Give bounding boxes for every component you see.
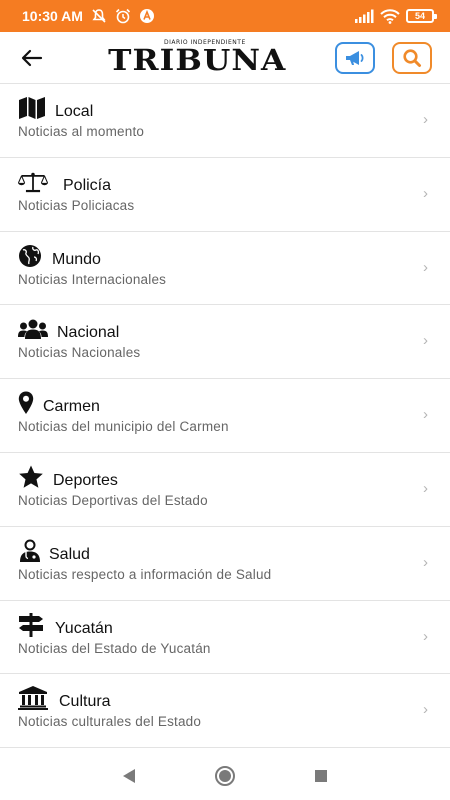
menu-item-carmen[interactable]: Carmen Noticias del municipio del Carmen… <box>0 379 450 453</box>
battery-indicator: 54 <box>406 9 437 23</box>
menu-item-title: Deportes <box>53 471 118 489</box>
triangle-back-icon <box>123 769 135 783</box>
app-notification-icon <box>139 9 154 23</box>
menu-item-subtitle: Noticias respecto a información de Salud <box>18 566 272 582</box>
menu-item-cultura[interactable]: Cultura Noticias culturales del Estado › <box>0 674 450 749</box>
back-button[interactable] <box>18 44 46 72</box>
chevron-right-icon: › <box>423 184 428 202</box>
status-bar: 10:30 AM 54 <box>0 0 450 32</box>
do-not-disturb-icon <box>92 9 106 23</box>
museum-icon <box>18 685 48 711</box>
chevron-right-icon: › <box>423 701 428 719</box>
circle-home-icon <box>215 766 235 786</box>
chevron-right-icon: › <box>423 553 428 571</box>
doctor-icon <box>18 538 48 564</box>
star-icon <box>18 464 48 490</box>
scales-icon <box>18 169 48 195</box>
menu-item-policia[interactable]: Policía Noticias Policiacas › <box>0 158 450 232</box>
nav-home-button[interactable] <box>213 764 237 788</box>
chevron-right-icon: › <box>423 627 428 645</box>
menu-item-subtitle: Noticias del Estado de Yucatán <box>18 640 211 656</box>
menu-item-deportes[interactable]: Deportes Noticias Deportivas del Estado … <box>0 453 450 527</box>
menu-item-mundo[interactable]: Mundo Noticias Internacionales › <box>0 232 450 306</box>
arrow-left-icon <box>21 49 43 67</box>
menu-item-subtitle: Noticias Policiacas <box>18 197 135 213</box>
tribuna-logo: DIARIO INDEPENDIENTE TRIBUNA <box>106 40 288 76</box>
logo-wordmark: TRIBUNA <box>108 43 287 77</box>
search-icon <box>403 49 421 67</box>
status-time: 10:30 AM <box>22 8 83 24</box>
globe-icon <box>18 243 48 269</box>
battery-level: 54 <box>414 11 425 21</box>
signal-icon <box>355 9 374 23</box>
menu-item-subtitle: Noticias culturales del Estado <box>18 714 202 730</box>
chevron-right-icon: › <box>423 258 428 276</box>
menu-item-subtitle: Noticias Nacionales <box>18 345 141 361</box>
chevron-right-icon: › <box>423 332 428 350</box>
square-recents-icon <box>315 770 327 782</box>
search-button[interactable] <box>392 42 432 74</box>
signpost-icon <box>18 612 48 638</box>
menu-item-local[interactable]: Local Noticias al momento › <box>0 84 450 158</box>
chevron-right-icon: › <box>423 406 428 424</box>
menu-item-title: Policía <box>63 176 112 194</box>
menu-item-title: Carmen <box>43 398 100 416</box>
menu-item-subtitle: Noticias Deportivas del Estado <box>18 492 208 508</box>
system-nav-bar <box>0 752 450 800</box>
chevron-right-icon: › <box>423 479 428 497</box>
status-left: 10:30 AM <box>22 8 155 24</box>
app-bar: DIARIO INDEPENDIENTE TRIBUNA <box>0 32 450 84</box>
menu-item-salud[interactable]: Salud Noticias respecto a información de… <box>0 527 450 601</box>
menu-item-yucatan[interactable]: Yucatán Noticias del Estado de Yucatán › <box>0 601 450 675</box>
announcements-button[interactable] <box>335 42 375 74</box>
menu-item-subtitle: Noticias Internacionales <box>18 271 167 287</box>
menu-item-title: Yucatán <box>55 619 113 637</box>
menu-item-title: Mundo <box>52 250 101 268</box>
wifi-icon <box>380 8 400 24</box>
menu-item-title: Nacional <box>57 324 120 342</box>
nav-recents-button[interactable] <box>309 764 333 788</box>
menu-item-nacional[interactable]: Nacional Noticias Nacionales › <box>0 305 450 380</box>
chevron-right-icon: › <box>423 111 428 128</box>
menu-item-title: Local <box>55 103 94 120</box>
nav-back-button[interactable] <box>117 764 141 788</box>
megaphone-icon <box>346 51 364 65</box>
users-icon <box>18 316 48 342</box>
status-right: 54 <box>354 8 437 24</box>
section-menu: Local Noticias al momento › Policía Noti… <box>0 84 450 749</box>
alarm-icon <box>115 8 131 24</box>
map-icon <box>18 95 48 121</box>
menu-item-title: Cultura <box>59 693 111 711</box>
menu-item-title: Salud <box>49 545 90 563</box>
menu-item-subtitle: Noticias del municipio del Carmen <box>18 419 229 435</box>
menu-item-subtitle: Noticias al momento <box>18 124 145 139</box>
